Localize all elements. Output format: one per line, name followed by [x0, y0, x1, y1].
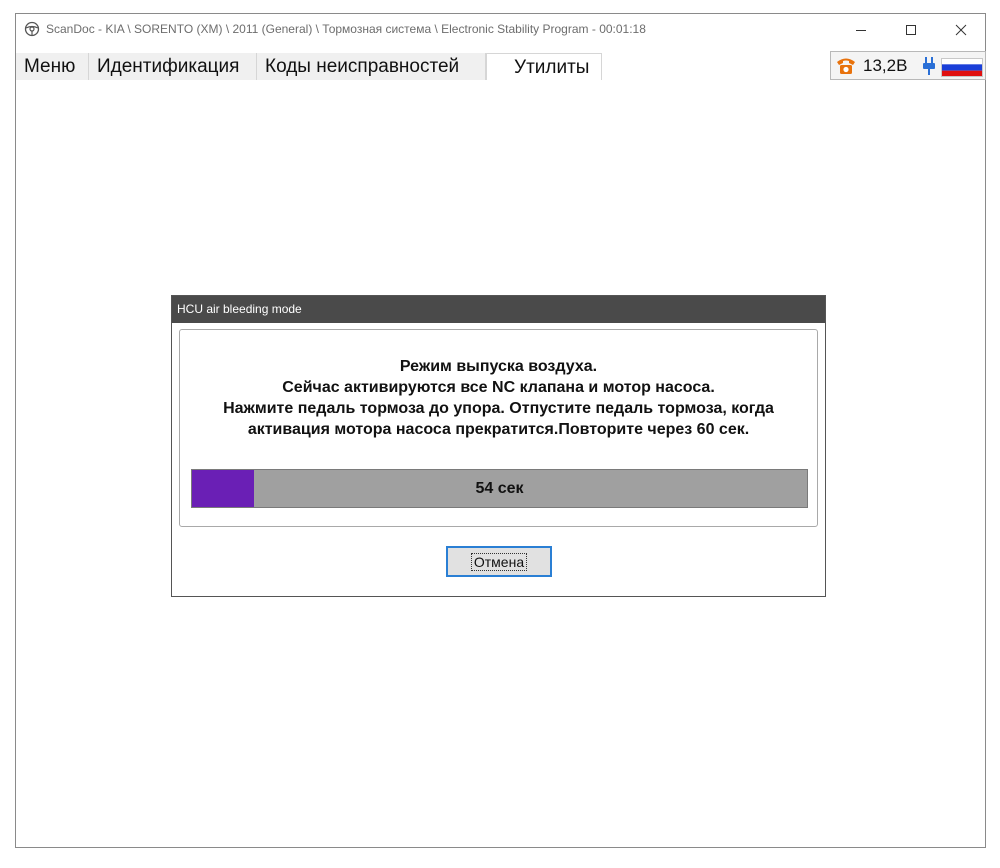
tab-menu[interactable]: Меню [16, 53, 89, 80]
cancel-button-label: Отмена [470, 552, 528, 571]
message-group: Режим выпуска воздуха. Сейчас активируют… [179, 329, 818, 527]
maximize-button[interactable] [888, 14, 934, 45]
close-icon [955, 24, 967, 35]
tab-identification[interactable]: Идентификация [89, 53, 257, 80]
russian-flag-icon[interactable] [941, 58, 983, 77]
countdown-progress-bar: 54 сек [191, 469, 808, 508]
dialog-title: HCU air bleeding mode [172, 296, 825, 323]
plug-icon [923, 57, 935, 75]
title-bar[interactable]: ScanDoc - KIA \ SORENTO (XM) \ 2011 (Gen… [16, 14, 985, 45]
maximize-icon [906, 24, 916, 35]
tab-fault-codes[interactable]: Коды неисправностей [257, 53, 486, 80]
instruction-message: Режим выпуска воздуха. Сейчас активируют… [180, 356, 817, 440]
message-line: Сейчас активируются все NC клапана и мот… [282, 379, 715, 396]
air-bleeding-dialog: HCU air bleeding mode Режим выпуска возд… [171, 295, 826, 597]
steering-wheel-icon [24, 21, 40, 37]
close-button[interactable] [938, 14, 984, 45]
message-line: активация мотора насоса прекратится.Повт… [247, 421, 750, 438]
phone-icon [837, 58, 855, 74]
message-line: Режим выпуска воздуха. [399, 358, 598, 375]
countdown-label: 54 сек [475, 480, 524, 497]
minimize-button[interactable] [838, 14, 884, 45]
minimize-icon [856, 29, 866, 31]
cancel-button[interactable]: Отмена [446, 546, 552, 577]
message-line: Нажмите педаль тормоза до упора. Отпусти… [223, 400, 774, 417]
tab-utilities[interactable]: Утилиты [486, 53, 602, 80]
window-title: ScanDoc - KIA \ SORENTO (XM) \ 2011 (Gen… [46, 22, 646, 36]
voltage-readout: 13,2В [863, 56, 908, 75]
status-panel: 13,2В [830, 51, 986, 80]
